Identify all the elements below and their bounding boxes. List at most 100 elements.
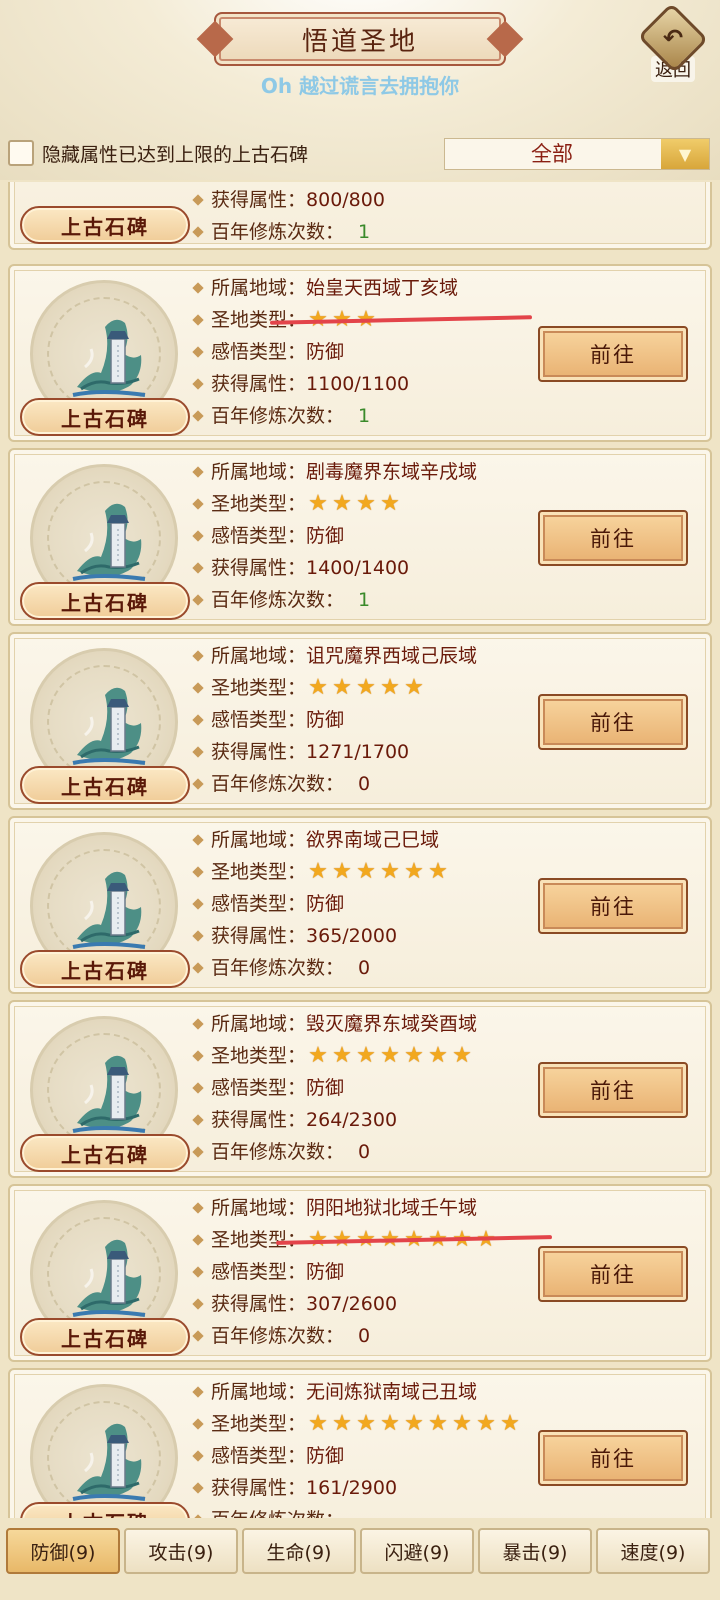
star-icon: ★: [380, 675, 400, 700]
type-label: 圣地类型：: [211, 861, 307, 883]
insight-value: 防御: [306, 893, 345, 915]
region-value: 无间炼狱南域己丑域: [306, 1381, 478, 1403]
stele-name-badge: 上古石碑: [20, 1318, 190, 1356]
insight-label: 感悟类型：: [211, 341, 307, 363]
goto-button[interactable]: 前往: [538, 510, 688, 566]
back-arrow-icon: ↶: [637, 2, 709, 74]
stele-card: 上古石碑 所属地域：始皇天西域丁亥域 圣地类型：★★★ 感悟类型：防御 获得属性…: [8, 264, 712, 442]
tab-4[interactable]: 暴击(9): [478, 1528, 592, 1574]
stele-card: 上古石碑 所属地域： 剧毒魔界东域辛戌域 圣地类型： ★ ★ ★ ★ 感悟类型： 防御 获得…: [8, 448, 712, 626]
stele-icon: [72, 503, 146, 581]
tab-0[interactable]: 防御(9): [6, 1528, 120, 1574]
star-icon: ★: [380, 1043, 400, 1068]
type-label: 圣地类型：: [211, 1045, 307, 1067]
goto-button[interactable]: 前往: [538, 1062, 688, 1118]
insight-label: 感悟类型：: [211, 525, 307, 547]
attr-value: 307/2600: [306, 1293, 398, 1315]
region-value: 剧毒魔界东域辛戌域: [306, 461, 478, 483]
goto-button[interactable]: 前往: [538, 694, 688, 750]
goto-button[interactable]: 前往: [538, 326, 688, 382]
star-icon: ★: [332, 491, 352, 516]
stele-icon: [72, 871, 146, 949]
star-icon: ★: [308, 1043, 328, 1068]
region-label: 所属地域：: [211, 1197, 307, 1219]
stele-name-badge: 上古石碑: [20, 766, 190, 804]
stele-card: 上古石碑 所属地域：阴阳地狱北域壬午域 圣地类型：★★★★★★★★ 感悟类型：防…: [8, 1184, 712, 1362]
region-value: 诅咒魔界西域己辰域: [306, 645, 478, 667]
header: 悟道圣地 Oh 越过谎言去拥抱你 ↶ 返回 隐藏属性已达到上限的上古石碑 全部 …: [0, 0, 720, 180]
insight-value: 防御: [306, 1261, 345, 1283]
stele-card-partial: 上古石碑 获得属性： 800/800 百年修炼次数： 1: [8, 182, 712, 250]
region-value: 始皇天西域丁亥域: [306, 277, 459, 299]
region-label: 所属地域：: [211, 829, 307, 851]
stele-card: 上古石碑 所属地域：无间炼狱南域己丑域 圣地类型：★★★★★★★★★ 感悟类型：…: [8, 1368, 712, 1518]
insight-label: 感悟类型：: [211, 1077, 307, 1099]
star-icon: ★: [332, 1411, 352, 1436]
star-rating: ★ ★ ★ ★ ★ ★ ★: [306, 1045, 474, 1067]
attr-label: 获得属性：: [211, 373, 307, 395]
region-value: 欲界南域己巳域: [306, 829, 440, 851]
stele-icon: [72, 1423, 146, 1501]
count-label: 百年修炼次数：: [211, 773, 345, 795]
chevron-down-icon[interactable]: ▼: [661, 139, 709, 169]
star-icon: ★: [380, 859, 400, 884]
goto-button[interactable]: 前往: [538, 1246, 688, 1302]
tab-3[interactable]: 闪避(9): [360, 1528, 474, 1574]
star-icon: ★: [404, 859, 424, 884]
subtitle-text: Oh 越过谎言去拥抱你: [260, 74, 460, 98]
stele-name-badge: 上古石碑: [20, 206, 190, 244]
stele-icon: [72, 1055, 146, 1133]
count-value: 0: [358, 1141, 371, 1163]
attr-label: 获得属性：: [211, 741, 307, 763]
attr-value: 1271/1700: [306, 741, 410, 763]
goto-button[interactable]: 前往: [538, 878, 688, 934]
insight-label: 感悟类型：: [211, 1445, 307, 1467]
stele-name-badge: 上古石碑: [20, 582, 190, 620]
stele-name-badge: 上古石碑: [20, 950, 190, 988]
hide-maxed-checkbox[interactable]: [8, 140, 34, 166]
region-label: 所属地域：: [211, 645, 307, 667]
star-rating: ★ ★ ★ ★ ★ ★: [306, 861, 450, 883]
count-value: 0: [358, 773, 371, 795]
count-value: 1: [358, 589, 371, 611]
filter-dropdown[interactable]: 全部 ▼: [444, 138, 710, 170]
star-rating: ★ ★ ★ ★ ★: [306, 677, 426, 699]
count-value: 1: [358, 405, 371, 427]
back-button[interactable]: ↶ 返回: [637, 2, 709, 82]
count-label: 百年修炼次数：: [211, 1504, 344, 1518]
type-label: 圣地类型：: [211, 677, 307, 699]
hide-maxed-label: 隐藏属性已达到上限的上古石碑: [42, 144, 309, 166]
attr-value: 800/800: [306, 189, 385, 211]
stele-name-badge: 上古石碑: [20, 1134, 190, 1172]
count-label: 百年修炼次数：: [211, 221, 345, 243]
star-icon: ★: [332, 1043, 352, 1068]
region-value: 毁灭魔界东域癸酉域: [306, 1013, 478, 1035]
attr-label: 获得属性：: [211, 557, 307, 579]
count-label: 百年修炼次数：: [211, 589, 345, 611]
page-title: 悟道圣地: [214, 12, 506, 66]
attr-label: 获得属性：: [211, 1477, 307, 1499]
type-label: 圣地类型：: [211, 493, 307, 515]
attribute-tab-bar: 防御(9) 攻击(9) 生命(9) 闪避(9) 暴击(9) 速度(9): [0, 1520, 720, 1600]
tab-5[interactable]: 速度(9): [596, 1528, 710, 1574]
attr-value: 264/2300: [306, 1109, 398, 1131]
attr-label: 获得属性：: [211, 189, 307, 211]
star-icon: ★: [356, 1411, 376, 1436]
region-label: 所属地域：: [211, 461, 307, 483]
attr-value: 161/2900: [306, 1477, 398, 1499]
star-icon: ★: [452, 1043, 472, 1068]
region-label: 所属地域：: [211, 1013, 307, 1035]
stele-name-badge: 上古石碑: [20, 1502, 190, 1518]
tab-2[interactable]: 生命(9): [242, 1528, 356, 1574]
stele-list[interactable]: 上古石碑 获得属性： 800/800 百年修炼次数： 1 上古石碑 所属地域： 始皇天…: [0, 182, 720, 1518]
stele-icon: [72, 1239, 146, 1317]
goto-button[interactable]: 前往: [538, 1430, 688, 1486]
star-icon: ★: [500, 1411, 520, 1436]
count-value: 0: [358, 1325, 371, 1347]
star-icon: ★: [356, 675, 376, 700]
tab-1[interactable]: 攻击(9): [124, 1528, 238, 1574]
star-icon: ★: [332, 675, 352, 700]
filter-row: 隐藏属性已达到上限的上古石碑 全部 ▼: [0, 132, 720, 172]
star-icon: ★: [332, 859, 352, 884]
region-label: 所属地域：: [211, 277, 307, 299]
